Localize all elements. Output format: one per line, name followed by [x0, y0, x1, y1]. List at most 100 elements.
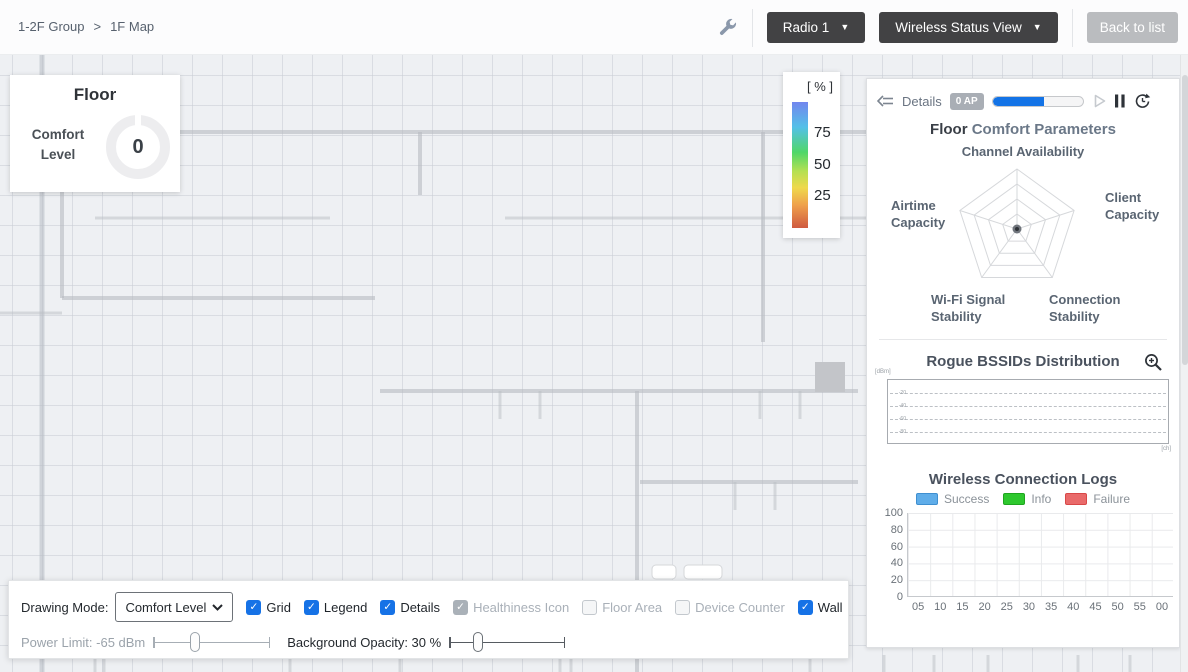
radio-select-label: Radio 1 [782, 20, 830, 35]
checkbox-device-counter-box [675, 599, 691, 615]
checkbox-healthiness-box: ✓ [453, 599, 469, 615]
details-panel: Details 0 AP Floor Comfort Parameters Ch… [866, 78, 1180, 648]
checkbox-wall-label: Wall [817, 599, 843, 615]
checkbox-healthiness-icon: ✓ Healthiness Icon [453, 599, 570, 615]
checkbox-legend-box[interactable]: ✓ [303, 599, 319, 615]
divider [751, 8, 753, 47]
view-select-button[interactable]: Wireless Status View ▼ [879, 12, 1058, 43]
logs-x-tick: 55 [1133, 601, 1146, 613]
details-label: Details [902, 93, 942, 109]
logs-x-tick: 40 [1067, 601, 1080, 613]
connection-logs-chart [907, 513, 1173, 597]
power-limit-slider-thumb[interactable] [190, 632, 201, 652]
scan-progress-fill [992, 96, 1044, 106]
rogue-x-axis-unit: [ch] [1161, 446, 1171, 452]
logs-x-tick: 15 [956, 601, 969, 613]
scan-progress-bar [991, 95, 1084, 107]
map-handle [651, 564, 677, 580]
logs-x-axis: 05 10 15 20 25 30 35 40 45 50 55 00 [907, 601, 1173, 613]
background-opacity-slider-thumb[interactable] [473, 632, 484, 652]
refresh-history-icon[interactable] [1134, 93, 1151, 109]
logs-x-tick: 35 [1044, 601, 1058, 613]
logs-x-tick: 10 [934, 601, 947, 613]
top-bar-actions: Radio 1 ▼ Wireless Status View ▼ Back to… [717, 0, 1178, 55]
radar-axis-client-capacity: Client Capacity [1105, 190, 1160, 222]
slider-track[interactable] [153, 641, 271, 643]
checkbox-wall-box[interactable]: ✓ [797, 599, 813, 615]
checkbox-floor-area-box [582, 599, 598, 615]
radar-title-primary: Floor [930, 121, 968, 138]
sliders-row: Power Limit: -65 dBm Background Opacity:… [21, 629, 566, 655]
logs-x-tick: 50 [1111, 601, 1124, 613]
gridline [890, 432, 1166, 433]
checkbox-details-box[interactable]: ✓ [380, 599, 396, 615]
top-bar: 1-2F Group > 1F Map Radio 1 ▼ Wireless S… [0, 0, 1188, 55]
zoom-in-icon[interactable] [1144, 353, 1163, 377]
logs-y-tick: 80 [890, 523, 903, 536]
logs-x-tick: 25 [1000, 601, 1013, 613]
power-limit-slider[interactable] [153, 632, 271, 652]
check-icon: ✓ [383, 601, 393, 613]
drawing-mode-value: Comfort Level [125, 599, 207, 615]
logs-x-tick: 20 [978, 601, 991, 613]
view-select-label: Wireless Status View [895, 20, 1022, 35]
checkbox-legend-label: Legend [323, 599, 368, 615]
display-options-row: Drawing Mode: Comfort Level ✓ Grid ✓ Leg… [21, 591, 843, 623]
slider-track[interactable] [449, 641, 566, 643]
back-to-list-button[interactable]: Back to list [1086, 12, 1178, 43]
wrench-icon[interactable] [717, 17, 738, 38]
breadcrumb-group-link[interactable]: 1-2F Group [18, 19, 84, 34]
color-gradient-bar [792, 102, 808, 228]
divider [1071, 8, 1073, 47]
checkbox-grid[interactable]: ✓ Grid [246, 599, 291, 615]
drawing-mode-select[interactable]: Comfort Level [115, 592, 234, 622]
scrollbar[interactable] [1180, 55, 1188, 672]
checkbox-floor-area: Floor Area [582, 599, 663, 615]
chevron-down-icon [212, 603, 224, 611]
collapse-panel-icon[interactable] [877, 94, 894, 108]
checkbox-legend[interactable]: ✓ Legend [303, 599, 368, 615]
gridline [890, 393, 1166, 394]
logs-x-tick: 05 [911, 601, 925, 613]
slider-end-tick [268, 636, 271, 648]
radar-axis-connection-stability: Connection Stability [1049, 292, 1121, 324]
play-icon[interactable] [1094, 94, 1106, 108]
checkbox-details-label: Details [400, 599, 441, 615]
info-swatch [1003, 493, 1026, 505]
radar-axis-channel-availability: Channel Availability [961, 144, 1085, 159]
pause-icon[interactable] [1114, 94, 1125, 108]
rogue-y-tick: -60 [898, 416, 906, 422]
radio-select-button[interactable]: Radio 1 ▼ [766, 12, 866, 43]
radar-title-secondary: Comfort Parameters [971, 121, 1116, 138]
logs-y-tick: 20 [890, 574, 903, 587]
rogue-y-axis-unit: [dBm] [875, 369, 891, 375]
logs-y-tick: 0 [896, 591, 903, 603]
legend-item-info: Info [1003, 492, 1051, 506]
slider-end-tick [563, 636, 566, 648]
scrollbar-thumb[interactable] [1182, 75, 1188, 365]
legend-unit-label: [ % ] [806, 79, 833, 94]
checkbox-details[interactable]: ✓ Details [380, 599, 441, 615]
background-opacity-label: Background Opacity: 30 % [287, 634, 442, 650]
radar-axis-airtime-capacity: Airtime Capacity [891, 198, 946, 230]
slider-end-tick [153, 636, 155, 648]
checkbox-wall[interactable]: ✓ Wall [797, 599, 843, 615]
logs-x-tick: 45 [1089, 601, 1102, 613]
legend-tick-75: 75 [814, 124, 831, 141]
success-swatch [915, 493, 938, 505]
checkbox-floor-area-label: Floor Area [602, 599, 663, 615]
checkbox-healthiness-label: Healthiness Icon [473, 599, 570, 615]
info-label: Info [1031, 492, 1052, 506]
details-panel-header: Details 0 AP [877, 89, 1171, 113]
background-opacity-slider[interactable] [449, 632, 566, 652]
highlighted-map-cell [815, 362, 845, 392]
checkbox-grid-box[interactable]: ✓ [246, 599, 262, 615]
breadcrumb-current-page: 1F Map [110, 19, 155, 34]
section-divider [879, 339, 1167, 340]
floor-card-title: Floor [73, 85, 117, 104]
logs-x-tick: 30 [1022, 601, 1036, 613]
check-icon: ✓ [800, 601, 810, 613]
radar-chart [959, 168, 1075, 278]
checkbox-device-counter: Device Counter [675, 599, 785, 615]
map-control-bar: Drawing Mode: Comfort Level ✓ Grid ✓ Leg… [8, 580, 849, 659]
